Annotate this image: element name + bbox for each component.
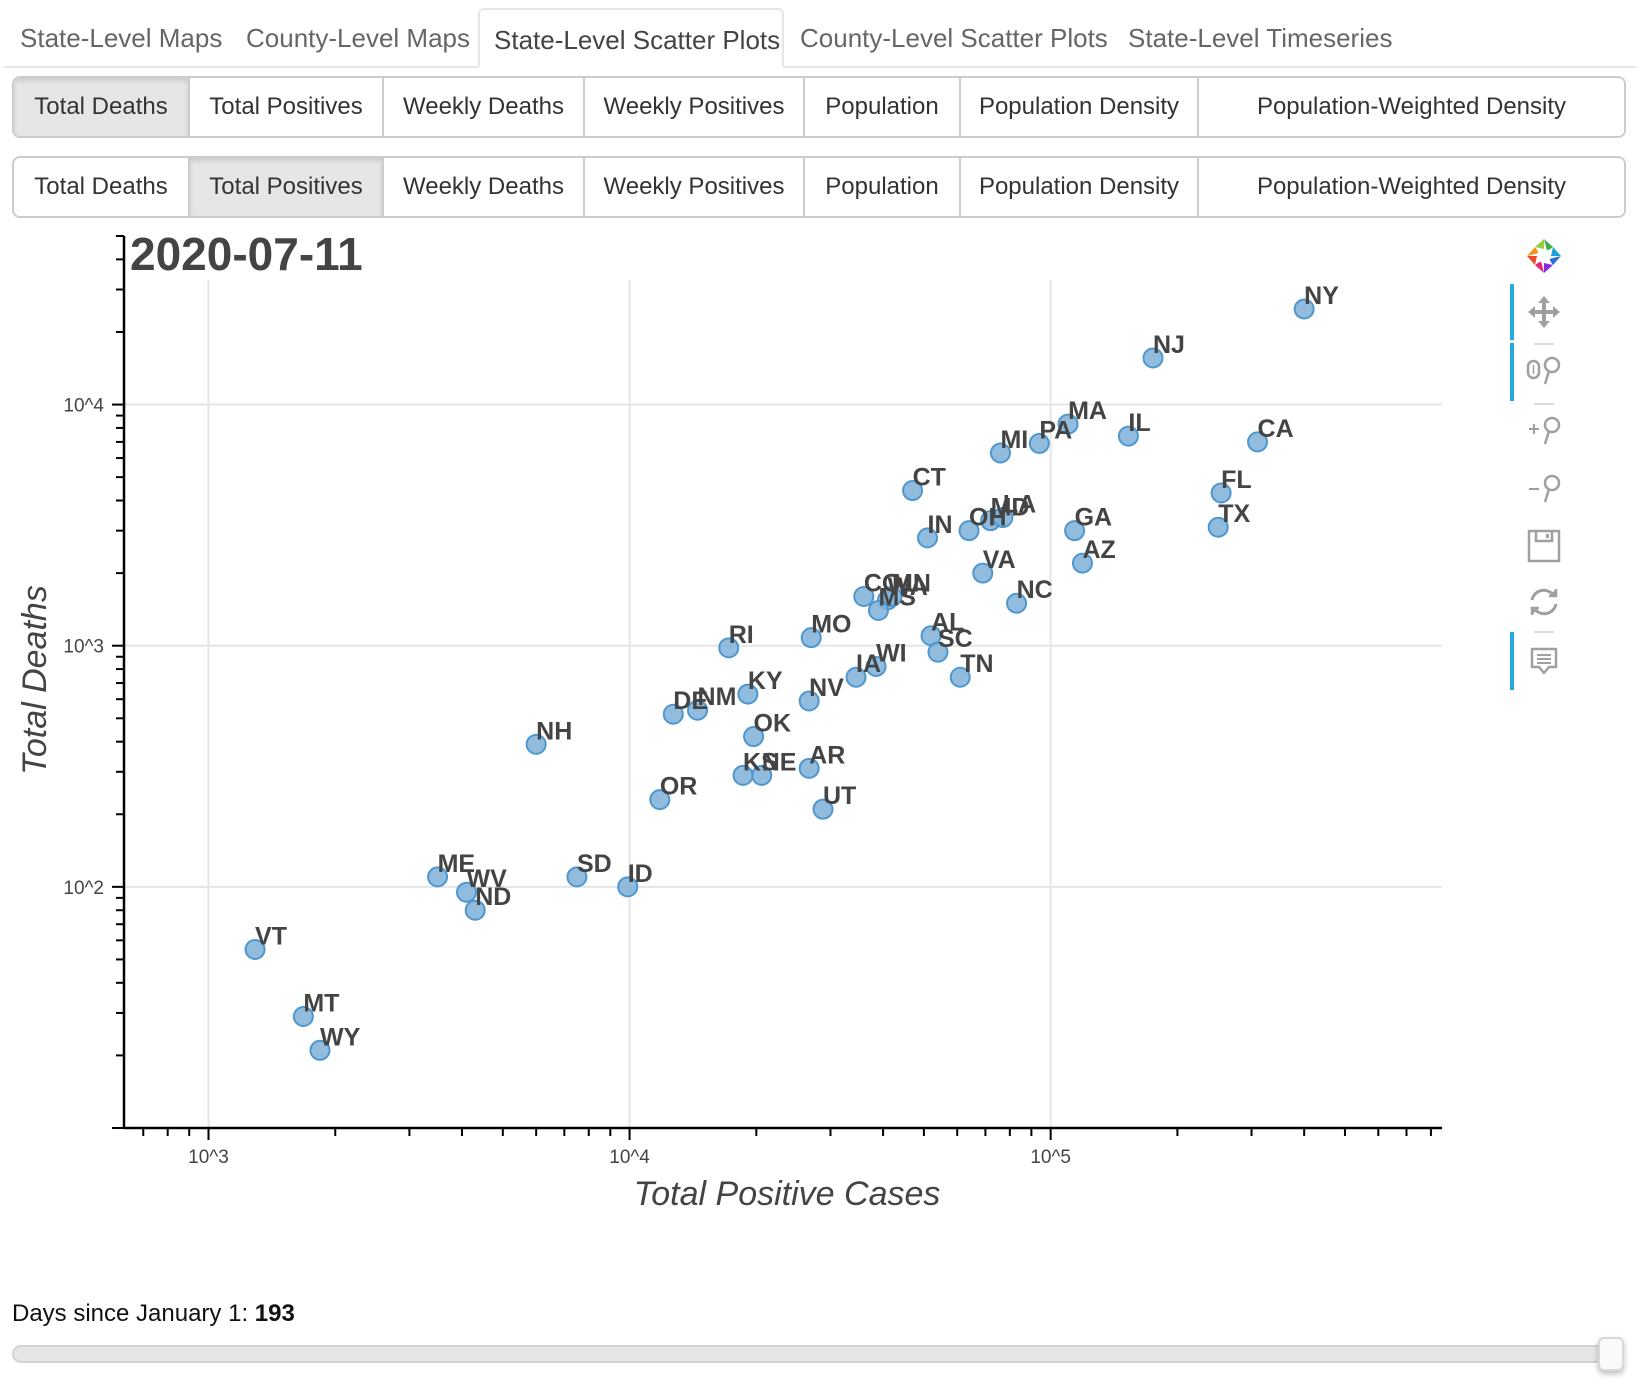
x-population-density-button[interactable]: Population Density — [961, 158, 1199, 216]
y-population-weighted-density-button[interactable]: Population-Weighted Density — [1199, 78, 1624, 136]
days-slider-handle[interactable] — [1598, 1337, 1624, 1371]
data-label-ms: MS — [878, 583, 916, 611]
data-label-az: AZ — [1082, 536, 1115, 564]
tab-state-level-timeseries[interactable]: State-Level Timeseries — [1114, 8, 1400, 66]
data-label-mo: MO — [811, 611, 851, 639]
data-label-ia: IA — [856, 650, 881, 678]
zoom-out-icon[interactable] — [1524, 468, 1564, 508]
data-labels: NYNJMA IL CAPAMIFLCTTXGAIN OHMDLAAZVANCCOWA… — [255, 282, 1339, 1051]
y-population-density-button[interactable]: Population Density — [961, 78, 1199, 136]
zoom-in-icon[interactable] — [1524, 410, 1564, 450]
y-weekly-positives-button[interactable]: Weekly Positives — [585, 78, 805, 136]
data-label-ny: NY — [1304, 282, 1339, 310]
plot-title: 2020-07-11 — [130, 230, 363, 280]
x-tick-label: 10^5 — [1030, 1147, 1071, 1168]
hover-icon[interactable] — [1524, 642, 1564, 682]
data-label-la: LA — [1003, 491, 1036, 519]
data-label-ri: RI — [729, 621, 754, 649]
pan-active-indicator — [1510, 284, 1514, 340]
y-metric-button-group: Total Deaths Total Positives Weekly Deat… — [12, 76, 1626, 138]
scatter-plot[interactable]: 10^3 10^4 10^5 10^2 10^3 10^4 2020-07-11 Tota… — [0, 230, 1500, 1230]
data-label-ut: UT — [823, 782, 856, 810]
data-label-nc: NC — [1017, 576, 1053, 604]
data-label-nv: NV — [809, 674, 844, 702]
y-tick-label: 10^4 — [63, 396, 104, 417]
data-label-va: VA — [983, 546, 1016, 574]
data-label-ky: KY — [748, 667, 783, 695]
tab-county-level-scatter-plots[interactable]: County-Level Scatter Plots — [786, 8, 1114, 66]
data-label-il: IL — [1128, 409, 1150, 437]
data-label-nh: NH — [536, 717, 572, 745]
data-label-tn: TN — [960, 650, 993, 678]
y-weekly-deaths-button[interactable]: Weekly Deaths — [384, 78, 585, 136]
wheel-zoom-icon[interactable] — [1524, 350, 1564, 390]
x-population-weighted-density-button[interactable]: Population-Weighted Density — [1199, 158, 1624, 216]
y-total-deaths-button[interactable]: Total Deaths — [14, 78, 190, 136]
data-label-mt: MT — [303, 989, 339, 1017]
data-label-tx: TX — [1218, 500, 1250, 528]
data-label-mi: MI — [1000, 426, 1028, 454]
data-label-ar: AR — [809, 741, 845, 769]
x-population-button[interactable]: Population — [805, 158, 961, 216]
x-axis-title: Total Positive Cases — [634, 1175, 941, 1213]
data-label-sd: SD — [577, 850, 612, 878]
data-label-fl: FL — [1221, 466, 1252, 494]
data-label-wy: WY — [320, 1023, 361, 1051]
data-label-in: IN — [928, 511, 953, 539]
y-tick-label: 10^2 — [63, 878, 104, 899]
data-label-ca: CA — [1258, 415, 1294, 443]
data-label-ok: OK — [754, 710, 792, 738]
data-label-ma: MA — [1068, 397, 1107, 425]
slider-label-text: Days since January 1: — [12, 1300, 255, 1327]
x-tick-label: 10^4 — [609, 1147, 650, 1168]
x-tick-label: 10^3 — [188, 1147, 229, 1168]
save-icon[interactable] — [1524, 526, 1564, 566]
data-label-ga: GA — [1075, 504, 1113, 532]
x-total-positives-button[interactable]: Total Positives — [190, 158, 384, 216]
slider-value: 193 — [254, 1300, 295, 1327]
x-weekly-deaths-button[interactable]: Weekly Deaths — [384, 158, 585, 216]
wheel-zoom-active-indicator — [1510, 343, 1514, 401]
hover-active-indicator — [1510, 632, 1514, 690]
tab-state-level-scatter-plots[interactable]: State-Level Scatter Plots — [478, 8, 784, 68]
slider-label: Days since January 1: 193 — [12, 1300, 295, 1328]
bokeh-logo-icon[interactable] — [1524, 236, 1564, 276]
y-tick-label: 10^3 — [63, 637, 104, 658]
data-label-nj: NJ — [1153, 331, 1185, 359]
data-label-ks: KS — [743, 748, 778, 776]
data-label-nd: ND — [475, 883, 511, 911]
tab-state-level-maps[interactable]: State-Level Maps — [6, 8, 232, 66]
data-label-or: OR — [660, 773, 698, 801]
x-metric-button-group: Total Deaths Total Positives Weekly Deat… — [12, 156, 1626, 218]
data-label-ct: CT — [913, 464, 946, 492]
days-slider-track[interactable] — [12, 1345, 1624, 1363]
top-tab-bar: State-Level Maps County-Level Maps State… — [4, 8, 1636, 68]
x-total-deaths-button[interactable]: Total Deaths — [14, 158, 190, 216]
data-label-sc: SC — [938, 625, 973, 653]
y-axis-title: Total Deaths — [16, 585, 54, 775]
tab-county-level-maps[interactable]: County-Level Maps — [232, 8, 478, 66]
reset-icon[interactable] — [1524, 582, 1564, 622]
x-weekly-positives-button[interactable]: Weekly Positives — [585, 158, 805, 216]
data-label-de: DE — [673, 687, 708, 715]
y-total-positives-button[interactable]: Total Positives — [190, 78, 384, 136]
data-label-vt: VT — [255, 922, 287, 950]
y-population-button[interactable]: Population — [805, 78, 961, 136]
pan-icon[interactable] — [1524, 292, 1564, 332]
data-label-pa: PA — [1039, 416, 1072, 444]
data-label-id: ID — [628, 860, 653, 888]
